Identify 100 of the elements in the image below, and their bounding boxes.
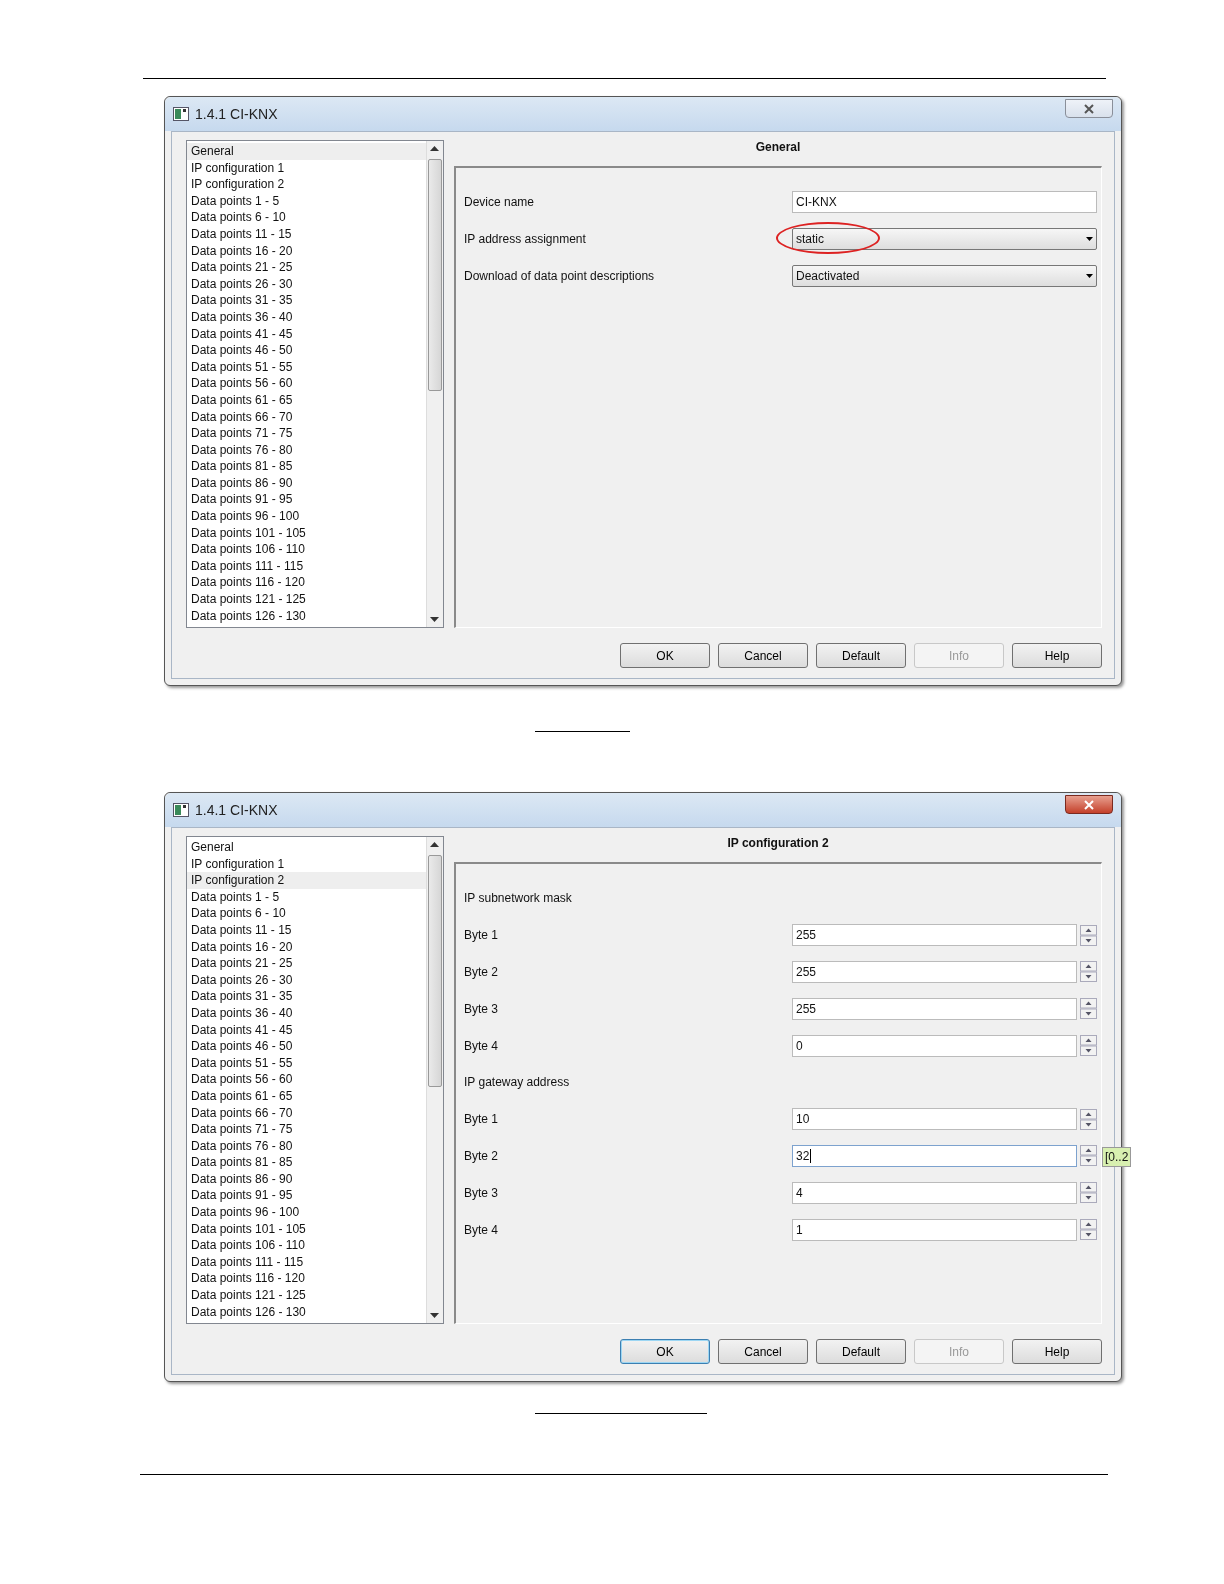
spinner-arrows-icon[interactable] xyxy=(1080,1182,1097,1204)
scroll-up-icon[interactable] xyxy=(430,842,439,847)
list-item[interactable]: Data points 21 - 25 xyxy=(187,259,426,276)
dialog-button[interactable]: Help xyxy=(1012,1339,1102,1364)
list-item[interactable]: Data points 111 - 115 xyxy=(187,557,426,575)
list-item[interactable]: Data points 6 - 10 xyxy=(187,209,426,226)
list-item[interactable]: Data points 46 - 50 xyxy=(187,1038,426,1055)
scrollbar[interactable] xyxy=(426,141,443,627)
list-item[interactable]: Data points 31 - 35 xyxy=(187,988,426,1005)
panel-title: IP configuration 2 xyxy=(726,836,830,852)
list-item[interactable]: Data points 36 - 40 xyxy=(187,308,426,326)
list-item[interactable]: Data points 56 - 60 xyxy=(187,1071,426,1088)
close-button[interactable] xyxy=(1065,99,1113,118)
list-item[interactable]: Data points 101 - 105 xyxy=(187,1220,426,1238)
spinner-arrows-icon[interactable] xyxy=(1080,924,1097,946)
list-item[interactable]: Data points 96 - 100 xyxy=(187,508,426,525)
list-item[interactable]: Data points 51 - 55 xyxy=(187,1054,426,1072)
list-item[interactable]: Data points 71 - 75 xyxy=(187,425,426,442)
number-field[interactable]: 10 xyxy=(792,1108,1077,1131)
dropdown[interactable]: Deactivated xyxy=(792,265,1097,287)
scroll-down-icon[interactable] xyxy=(430,617,439,622)
number-field[interactable]: 32 xyxy=(792,1144,1077,1167)
number-field[interactable]: 1 xyxy=(792,1218,1077,1241)
list-item[interactable]: Data points 91 - 95 xyxy=(187,491,426,509)
list-item[interactable]: Data points 1 - 5 xyxy=(187,888,426,906)
list-item[interactable]: Data points 126 - 130 xyxy=(187,1303,426,1321)
list-item[interactable]: Data points 61 - 65 xyxy=(187,391,426,409)
list-item[interactable]: IP configuration 2 xyxy=(187,176,426,193)
dialog-button[interactable]: Cancel xyxy=(718,1339,808,1364)
list-item[interactable]: Data points 46 - 50 xyxy=(187,342,426,359)
dialog-button[interactable]: OK xyxy=(620,643,710,668)
list-item[interactable]: Data points 16 - 20 xyxy=(187,938,426,956)
list-item[interactable]: Data points 81 - 85 xyxy=(187,1154,426,1171)
list-item[interactable]: IP configuration 1 xyxy=(187,855,426,873)
list-item[interactable]: Data points 66 - 70 xyxy=(187,408,426,426)
list-item[interactable]: Data points 26 - 30 xyxy=(187,275,426,293)
list-item[interactable]: General xyxy=(187,143,426,160)
dropdown[interactable]: static xyxy=(792,228,1097,251)
field-label: Byte 1 xyxy=(464,1111,500,1129)
list-item[interactable]: Data points 121 - 125 xyxy=(187,591,426,608)
list-item[interactable]: Data points 56 - 60 xyxy=(187,375,426,392)
list-item[interactable]: Data points 11 - 15 xyxy=(187,921,426,939)
list-item[interactable]: Data points 31 - 35 xyxy=(187,292,426,309)
spinner-arrows-icon[interactable] xyxy=(1080,998,1097,1020)
list-item[interactable]: Data points 86 - 90 xyxy=(187,1170,426,1188)
dialog-button[interactable]: Default xyxy=(816,1339,906,1364)
list-item[interactable]: Data points 51 - 55 xyxy=(187,358,426,376)
field-label: Download of data point descriptions xyxy=(464,268,656,285)
list-item[interactable]: Data points 71 - 75 xyxy=(187,1121,426,1138)
list-item[interactable]: Data points 106 - 110 xyxy=(187,541,426,558)
number-field[interactable]: 255 xyxy=(792,997,1077,1020)
list-item[interactable]: Data points 11 - 15 xyxy=(187,225,426,243)
list-item[interactable]: Data points 66 - 70 xyxy=(187,1104,426,1122)
list-item[interactable]: Data points 1 - 5 xyxy=(187,192,426,210)
list-item[interactable]: Data points 76 - 80 xyxy=(187,1137,426,1155)
caret-icon xyxy=(1086,274,1093,278)
dialog-button[interactable]: Default xyxy=(816,643,906,668)
text-field[interactable]: CI-KNX xyxy=(792,191,1097,214)
spinner-arrows-icon[interactable] xyxy=(1080,1108,1097,1130)
list-item[interactable]: General xyxy=(187,839,426,856)
scrollbar[interactable] xyxy=(426,837,443,1323)
list-item[interactable]: Data points 21 - 25 xyxy=(187,955,426,972)
number-field[interactable]: 4 xyxy=(792,1181,1077,1204)
list-item[interactable]: Data points 126 - 130 xyxy=(187,607,426,625)
list-item[interactable]: Data points 101 - 105 xyxy=(187,524,426,542)
list-item[interactable]: Data points 86 - 90 xyxy=(187,474,426,492)
list-item[interactable]: Data points 91 - 95 xyxy=(187,1187,426,1205)
spinner-arrows-icon[interactable] xyxy=(1080,1035,1097,1057)
list-item[interactable]: Data points 96 - 100 xyxy=(187,1204,426,1221)
list-item[interactable]: Data points 116 - 120 xyxy=(187,1270,426,1288)
scroll-up-icon[interactable] xyxy=(430,146,439,151)
number-field[interactable]: 255 xyxy=(792,924,1077,947)
caret-icon xyxy=(1086,237,1093,242)
spinner-arrows-icon[interactable] xyxy=(1080,1219,1097,1241)
number-field[interactable]: 0 xyxy=(792,1034,1077,1057)
list-item[interactable]: Data points 111 - 115 xyxy=(187,1253,426,1271)
list-item[interactable]: Data points 41 - 45 xyxy=(187,1021,426,1039)
section-heading: IP gateway address xyxy=(464,1074,571,1092)
list-item[interactable]: Data points 36 - 40 xyxy=(187,1004,426,1022)
list-item[interactable]: Data points 81 - 85 xyxy=(187,458,426,475)
list-item[interactable]: IP configuration 2 xyxy=(187,872,426,889)
list-item[interactable]: Data points 106 - 110 xyxy=(187,1237,426,1254)
scroll-down-icon[interactable] xyxy=(430,1313,439,1318)
window-title: 1.4.1 CI-KNX xyxy=(195,800,278,820)
dialog-button[interactable]: Cancel xyxy=(718,643,808,668)
spinner-arrows-icon[interactable] xyxy=(1080,1145,1097,1167)
list-item[interactable]: IP configuration 1 xyxy=(187,159,426,177)
list-item[interactable]: Data points 6 - 10 xyxy=(187,905,426,922)
dialog-button[interactable]: Help xyxy=(1012,643,1102,668)
number-field[interactable]: 255 xyxy=(792,961,1077,983)
list-item[interactable]: Data points 26 - 30 xyxy=(187,971,426,989)
spinner-arrows-icon[interactable] xyxy=(1080,961,1097,983)
list-item[interactable]: Data points 116 - 120 xyxy=(187,574,426,592)
list-item[interactable]: Data points 121 - 125 xyxy=(187,1287,426,1304)
list-item[interactable]: Data points 61 - 65 xyxy=(187,1087,426,1105)
list-item[interactable]: Data points 16 - 20 xyxy=(187,242,426,260)
list-item[interactable]: Data points 41 - 45 xyxy=(187,325,426,343)
close-button[interactable] xyxy=(1065,795,1113,814)
list-item[interactable]: Data points 76 - 80 xyxy=(187,441,426,459)
dialog-button[interactable]: OK xyxy=(620,1339,710,1364)
